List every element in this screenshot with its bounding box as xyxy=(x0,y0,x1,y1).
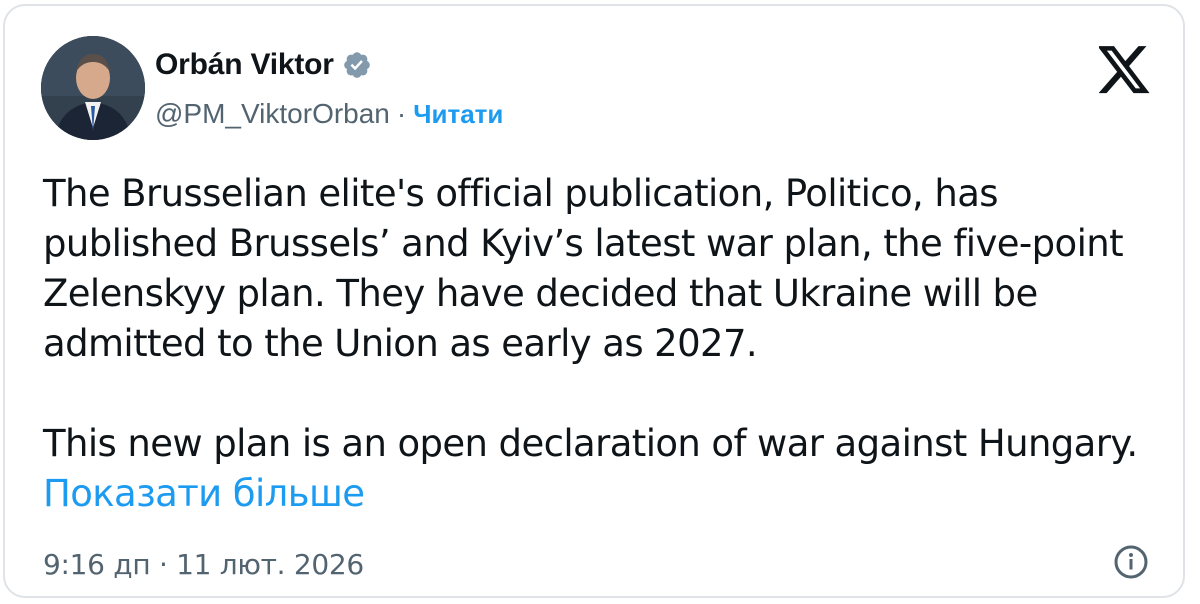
tweet-timestamp[interactable]: 9:16 дп · 11 лют. 2026 xyxy=(43,548,364,581)
author-handle[interactable]: @PM_ViktorOrban xyxy=(155,98,390,130)
verified-badge-icon xyxy=(343,52,370,78)
tweet-card: Orbán Viktor @PM_ViktorOrban · Читати Th… xyxy=(3,4,1185,598)
follow-button[interactable]: Читати xyxy=(413,99,503,130)
author-name-row: Orbán Viktor xyxy=(155,48,372,82)
x-logo-icon[interactable] xyxy=(1099,46,1151,94)
handle-separator: · xyxy=(396,98,407,129)
tweet-paragraph-2: This new plan is an open declaration of … xyxy=(43,419,1153,519)
tweet-paragraph-2-text: This new plan is an open declaration of … xyxy=(43,422,1149,465)
tweet-text: The Brusselian elite's official publicat… xyxy=(43,169,1153,519)
show-more-link[interactable]: Показати більше xyxy=(43,472,365,515)
avatar-image xyxy=(41,36,145,140)
author-handle-row: @PM_ViktorOrban · Читати xyxy=(155,98,503,130)
avatar[interactable] xyxy=(41,36,145,140)
author-name[interactable]: Orbán Viktor xyxy=(155,48,334,82)
info-icon[interactable] xyxy=(1113,544,1149,580)
tweet-paragraph-1: The Brusselian elite's official publicat… xyxy=(43,172,1135,365)
